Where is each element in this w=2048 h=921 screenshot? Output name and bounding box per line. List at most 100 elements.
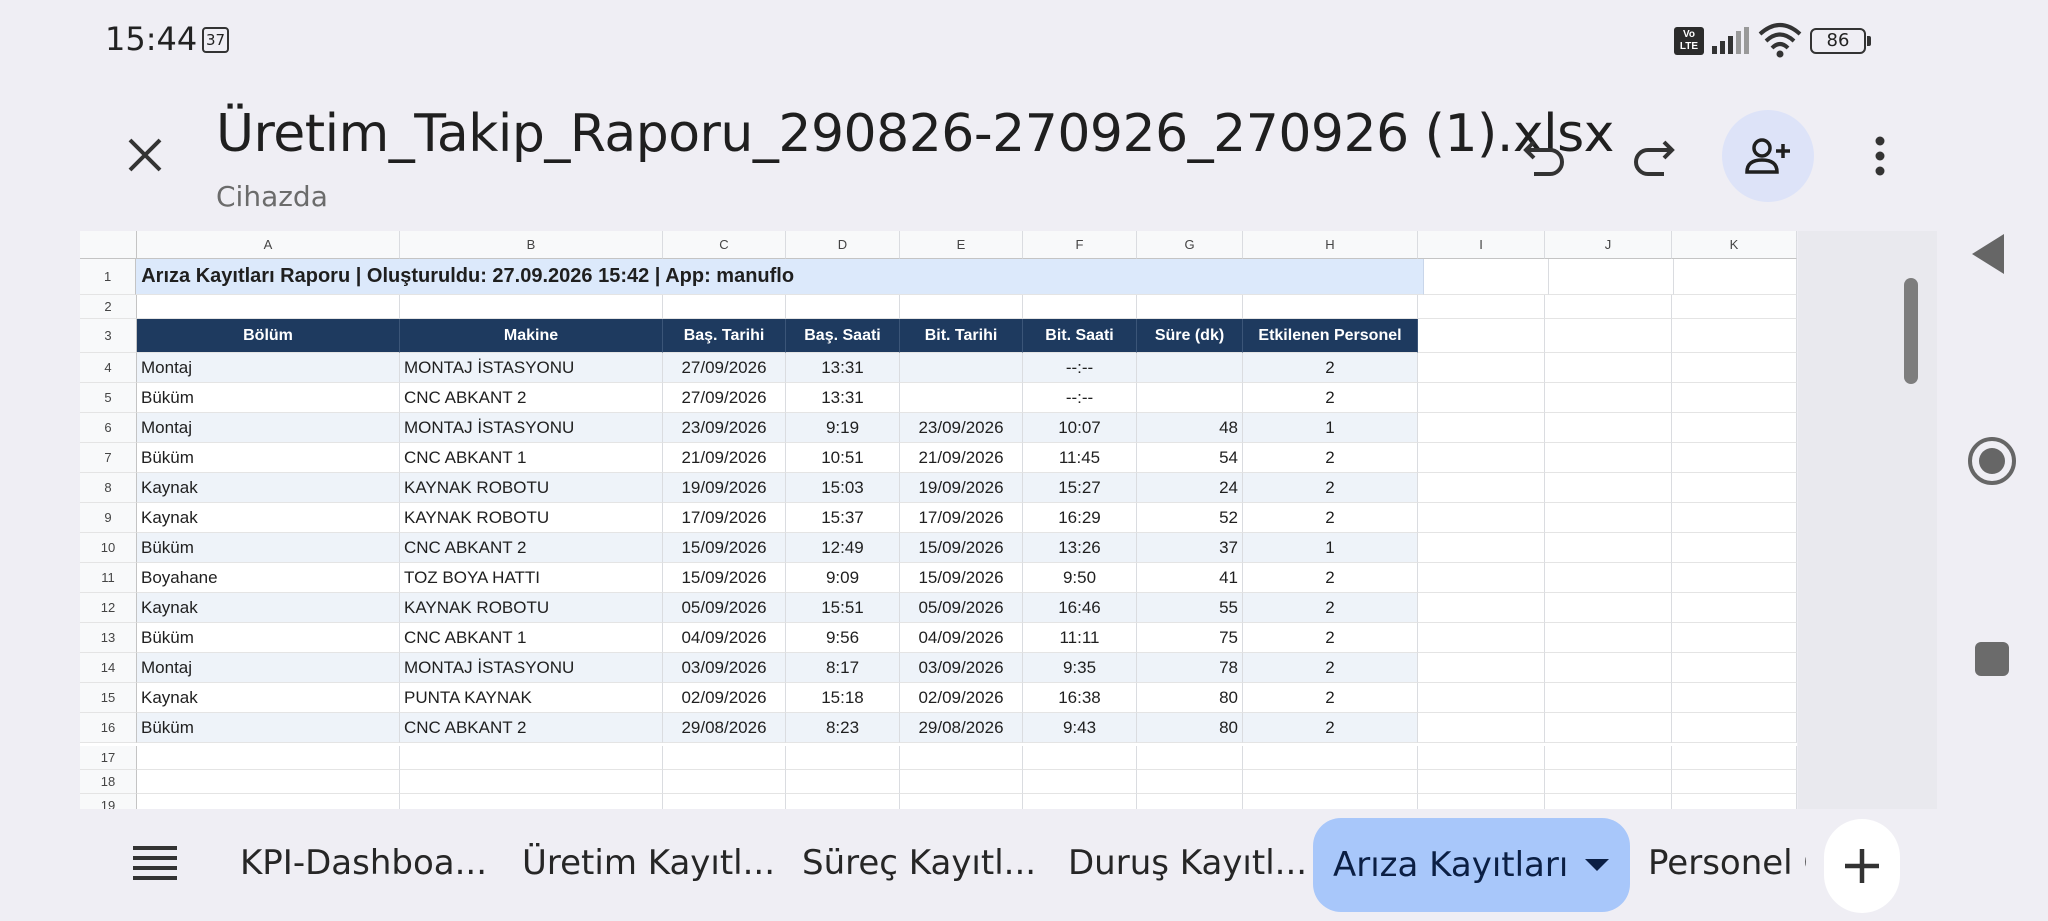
table-cell[interactable]: 1: [1243, 533, 1418, 563]
cell[interactable]: [1545, 593, 1672, 623]
table-cell[interactable]: 15:37: [786, 503, 900, 533]
table-header-cell[interactable]: Baş. Saati: [786, 319, 900, 353]
table-cell[interactable]: 2: [1243, 593, 1418, 623]
cell[interactable]: [1023, 295, 1137, 319]
cell[interactable]: [1545, 533, 1672, 563]
table-cell[interactable]: 13:31: [786, 383, 900, 413]
cell[interactable]: [1545, 623, 1672, 653]
undo-button[interactable]: [1498, 110, 1590, 202]
table-cell[interactable]: 9:09: [786, 563, 900, 593]
table-cell[interactable]: 23/09/2026: [900, 413, 1023, 443]
cell[interactable]: [1023, 746, 1137, 770]
table-cell[interactable]: 21/09/2026: [900, 443, 1023, 473]
row-number[interactable]: 12: [80, 593, 137, 623]
table-cell[interactable]: 05/09/2026: [663, 593, 786, 623]
table-cell[interactable]: 54: [1137, 443, 1243, 473]
table-cell[interactable]: 15:03: [786, 473, 900, 503]
cell[interactable]: [1548, 259, 1674, 295]
cell[interactable]: [1672, 473, 1797, 503]
table-cell[interactable]: 27/09/2026: [663, 383, 786, 413]
row-number[interactable]: 16: [80, 713, 137, 743]
table-cell[interactable]: 11:45: [1023, 443, 1137, 473]
cell[interactable]: [1672, 443, 1797, 473]
cell[interactable]: [663, 794, 786, 809]
table-cell[interactable]: 55: [1137, 593, 1243, 623]
table-cell[interactable]: 9:19: [786, 413, 900, 443]
table-cell[interactable]: 15:27: [1023, 473, 1137, 503]
cell[interactable]: [137, 794, 400, 809]
cell[interactable]: [900, 295, 1023, 319]
table-cell[interactable]: CNC ABKANT 1: [400, 623, 663, 653]
cell[interactable]: [400, 746, 663, 770]
table-cell[interactable]: 48: [1137, 413, 1243, 443]
close-button[interactable]: [115, 125, 175, 185]
cell[interactable]: [1672, 563, 1797, 593]
table-cell[interactable]: CNC ABKANT 2: [400, 383, 663, 413]
row-number[interactable]: 17: [80, 746, 137, 770]
sheet-tab-durus-kayitlari[interactable]: Duruş Kayıtl...: [1068, 835, 1307, 891]
cell[interactable]: [1672, 653, 1797, 683]
cell[interactable]: [1672, 746, 1797, 770]
row-number[interactable]: 9: [80, 503, 137, 533]
table-cell[interactable]: 15/09/2026: [663, 563, 786, 593]
table-cell[interactable]: 29/08/2026: [900, 713, 1023, 743]
column-header[interactable]: J: [1545, 231, 1672, 259]
cell[interactable]: [1545, 713, 1672, 743]
table-header-cell[interactable]: Etkilenen Personel: [1243, 319, 1418, 353]
cell[interactable]: [1023, 770, 1137, 794]
column-header[interactable]: E: [900, 231, 1023, 259]
table-cell[interactable]: 16:38: [1023, 683, 1137, 713]
cell[interactable]: [1423, 259, 1549, 295]
row-number[interactable]: 18: [80, 770, 137, 794]
table-cell[interactable]: [900, 383, 1023, 413]
table-cell[interactable]: Büküm: [137, 623, 400, 653]
cell[interactable]: [1137, 746, 1243, 770]
cell[interactable]: [1672, 413, 1797, 443]
back-nav-icon[interactable]: [1968, 232, 2008, 276]
table-cell[interactable]: 16:46: [1023, 593, 1137, 623]
table-cell[interactable]: 17/09/2026: [663, 503, 786, 533]
row-number[interactable]: 7: [80, 443, 137, 473]
cell[interactable]: [137, 746, 400, 770]
table-cell[interactable]: 10:07: [1023, 413, 1137, 443]
cell[interactable]: [1672, 295, 1797, 319]
table-cell[interactable]: 2: [1243, 683, 1418, 713]
cell[interactable]: [786, 794, 900, 809]
row-number[interactable]: 8: [80, 473, 137, 503]
table-cell[interactable]: 2: [1243, 473, 1418, 503]
table-cell[interactable]: 75: [1137, 623, 1243, 653]
table-cell[interactable]: PUNTA KAYNAK: [400, 683, 663, 713]
row-number[interactable]: 14: [80, 653, 137, 683]
table-cell[interactable]: 1: [1243, 413, 1418, 443]
cell[interactable]: [1545, 563, 1672, 593]
cell[interactable]: [1672, 353, 1797, 383]
table-cell[interactable]: CNC ABKANT 1: [400, 443, 663, 473]
cell[interactable]: [1545, 503, 1672, 533]
table-cell[interactable]: 13:31: [786, 353, 900, 383]
table-header-cell[interactable]: Süre (dk): [1137, 319, 1243, 353]
table-cell[interactable]: MONTAJ İSTASYONU: [400, 413, 663, 443]
cell[interactable]: [1137, 794, 1243, 809]
all-sheets-menu-icon[interactable]: [132, 843, 178, 883]
table-cell[interactable]: Montaj: [137, 353, 400, 383]
cell[interactable]: [663, 770, 786, 794]
table-cell[interactable]: Kaynak: [137, 473, 400, 503]
table-cell[interactable]: Montaj: [137, 653, 400, 683]
table-cell[interactable]: 9:56: [786, 623, 900, 653]
cell[interactable]: [1418, 794, 1545, 809]
cell[interactable]: [1545, 413, 1672, 443]
table-cell[interactable]: 15:18: [786, 683, 900, 713]
more-options-button[interactable]: [1834, 110, 1926, 202]
table-cell[interactable]: 9:35: [1023, 653, 1137, 683]
table-cell[interactable]: 15/09/2026: [900, 533, 1023, 563]
table-cell[interactable]: 04/09/2026: [663, 623, 786, 653]
cell[interactable]: [1418, 443, 1545, 473]
cell[interactable]: [1672, 593, 1797, 623]
cell[interactable]: [1418, 713, 1545, 743]
table-cell[interactable]: 15/09/2026: [900, 563, 1023, 593]
table-cell[interactable]: 03/09/2026: [663, 653, 786, 683]
cell[interactable]: [1418, 473, 1545, 503]
cell[interactable]: [1418, 295, 1545, 319]
row-number[interactable]: 5: [80, 383, 137, 413]
cell[interactable]: [1672, 770, 1797, 794]
